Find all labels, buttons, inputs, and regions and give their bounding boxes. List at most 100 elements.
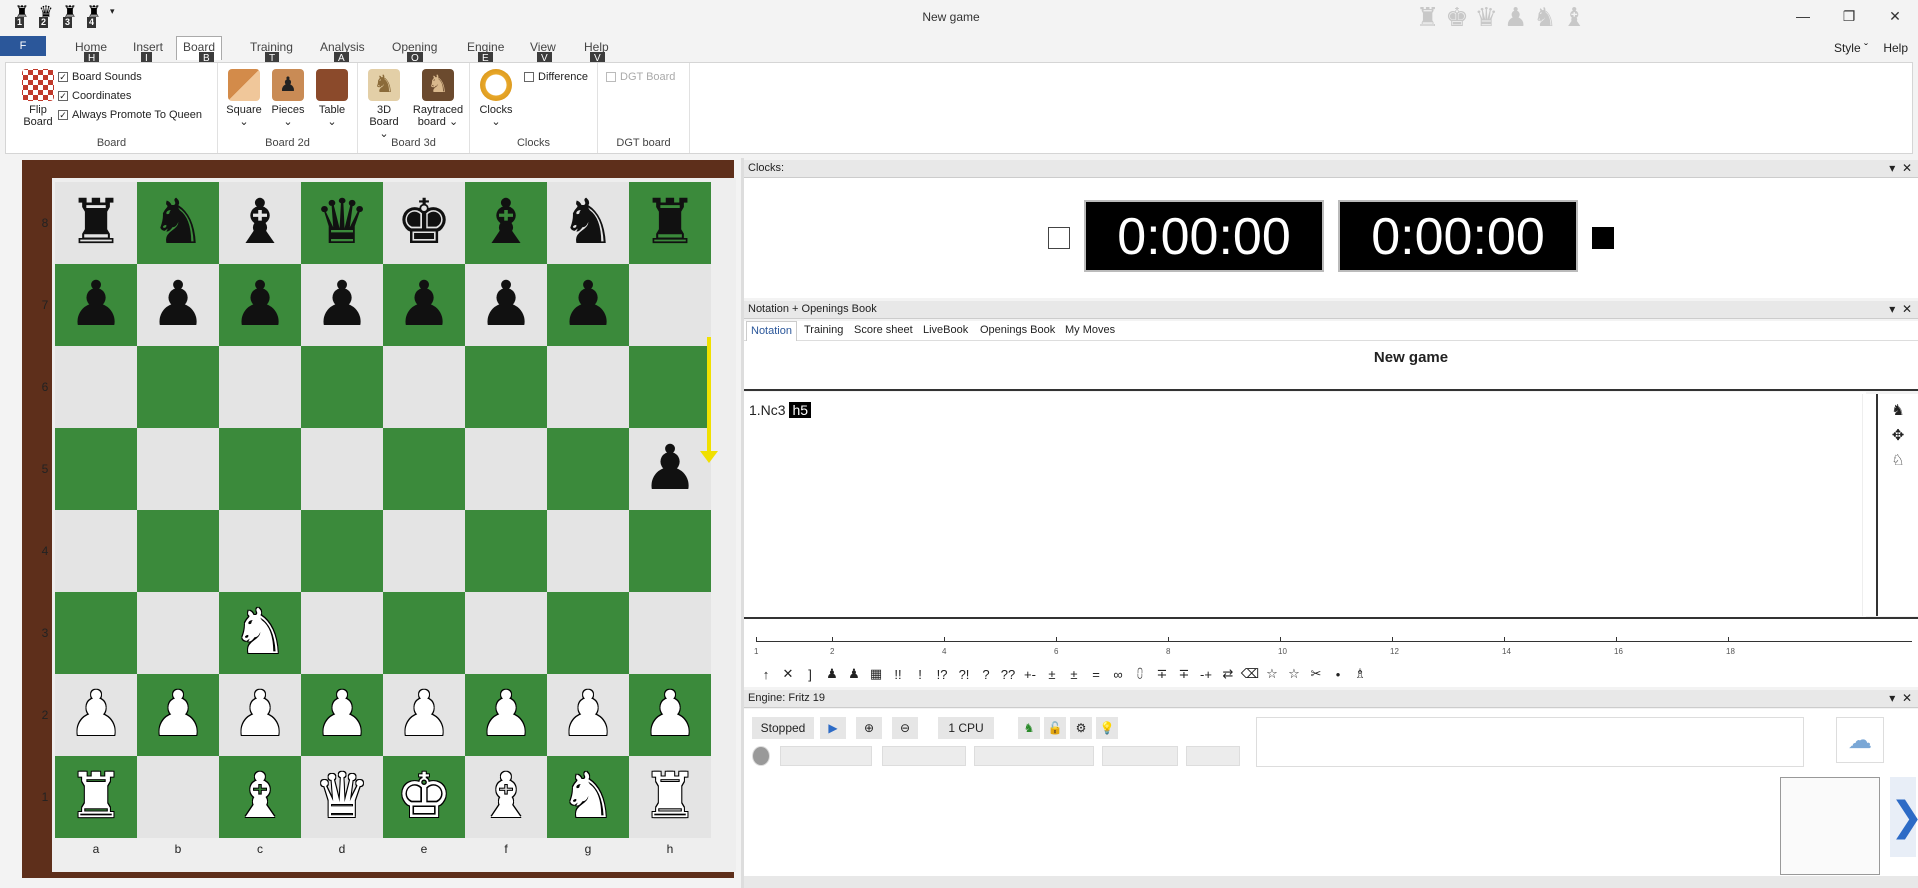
white-rook-icon[interactable]: ♜ (629, 756, 711, 838)
black-pawn-icon[interactable]: ♟ (547, 264, 629, 346)
tab-score-sheet[interactable]: Score sheet (854, 324, 913, 336)
black-knight-icon[interactable]: ♞ (547, 182, 629, 264)
start-engine-icon[interactable]: ▶ (820, 717, 846, 739)
close-button[interactable]: ✕ (1872, 0, 1918, 32)
square-a4[interactable] (55, 510, 137, 592)
board-thumbnail[interactable] (1780, 777, 1880, 875)
annotation-symbol-button[interactable]: ± (1064, 667, 1084, 682)
annotation-symbol-button[interactable]: ∓ (1174, 666, 1194, 682)
raytraced-board-button[interactable]: ♞ Raytraced board ⌄ (410, 69, 466, 128)
zoom-in-icon[interactable]: ⊕ (856, 717, 882, 739)
annotation-symbol-button[interactable]: !? (932, 667, 952, 682)
maximize-button[interactable]: ❐ (1826, 0, 1872, 32)
square-d4[interactable] (301, 510, 383, 592)
square-h4[interactable] (629, 510, 711, 592)
always-promote-queen-checkbox[interactable]: ✓ Always Promote To Queen (58, 109, 202, 121)
coordinates-checkbox[interactable]: ✓ Coordinates (58, 90, 131, 102)
square-e4[interactable] (383, 510, 465, 592)
square-b1[interactable] (137, 756, 219, 838)
style-menu[interactable]: Style ˇ (1834, 41, 1868, 55)
square-f6[interactable] (465, 346, 547, 428)
white-king-icon[interactable]: ♚ (383, 756, 465, 838)
annotation-symbol-button[interactable]: !! (888, 667, 908, 682)
white-knight-icon[interactable]: ♞ (219, 592, 301, 674)
square-b6[interactable] (137, 346, 219, 428)
tab-livebook[interactable]: LiveBook (923, 324, 968, 336)
annotation-symbol-button[interactable]: ?! (954, 667, 974, 682)
next-arrow-icon[interactable]: ❯ (1890, 777, 1918, 857)
square-f5[interactable] (465, 428, 547, 510)
difference-checkbox[interactable]: Difference (524, 71, 588, 83)
annotation-symbol-button[interactable]: ⌫ (1240, 666, 1260, 682)
settings-icon[interactable]: ⚙ (1070, 717, 1092, 739)
square-h3[interactable] (629, 592, 711, 674)
annotation-symbol-button[interactable]: ! (910, 667, 930, 682)
lightbulb-icon[interactable]: 💡 (1096, 717, 1118, 739)
annotation-symbol-button[interactable]: ∓ (1152, 666, 1172, 682)
black-pawn-icon[interactable]: ♟ (383, 264, 465, 346)
square-e3[interactable] (383, 592, 465, 674)
annotation-symbol-button[interactable]: ▦ (866, 666, 886, 682)
white-pawn-icon[interactable]: ♟ (547, 674, 629, 756)
hint-icon[interactable]: ♘ (1878, 451, 1918, 469)
square-g3[interactable] (547, 592, 629, 674)
panel-controls[interactable]: ▾ ✕ (1889, 690, 1912, 707)
black-bishop-icon[interactable]: ♝ (465, 182, 547, 264)
white-pawn-icon[interactable]: ♟ (55, 674, 137, 756)
flip-board-button[interactable]: Flip Board (14, 69, 62, 128)
panel-controls[interactable]: ▾ ✕ (1889, 301, 1912, 318)
annotation-symbol-button[interactable]: ? (976, 667, 996, 682)
square-b5[interactable] (137, 428, 219, 510)
lock-icon[interactable]: 🔓 (1044, 717, 1066, 739)
square-h6[interactable] (629, 346, 711, 428)
black-pawn-icon[interactable]: ♟ (55, 264, 137, 346)
annotation-symbol-button[interactable]: ☆ (1284, 666, 1304, 682)
white-knight-icon[interactable]: ♞ (547, 756, 629, 838)
table-button[interactable]: Table ⌄ (312, 69, 352, 128)
white-bishop-icon[interactable]: ♝ (219, 756, 301, 838)
annotation-symbol-button[interactable]: +- (1020, 667, 1040, 682)
annotation-symbol-button[interactable]: ± (1042, 667, 1062, 682)
square-c4[interactable] (219, 510, 301, 592)
annotation-symbol-button[interactable]: • (1328, 667, 1348, 682)
black-rook-icon[interactable]: ♜ (55, 182, 137, 264)
square-c6[interactable] (219, 346, 301, 428)
white-pawn-icon[interactable]: ♟ (137, 674, 219, 756)
square-b4[interactable] (137, 510, 219, 592)
square-h7[interactable] (629, 264, 711, 346)
panel-controls[interactable]: ▾ ✕ (1889, 160, 1912, 177)
black-knight-icon[interactable]: ♞ (137, 182, 219, 264)
cloud-icon[interactable]: ☁ (1836, 717, 1884, 763)
tab-openings-book[interactable]: Openings Book (980, 324, 1055, 336)
annotation-symbol-button[interactable]: ☆ (1262, 666, 1282, 682)
white-pawn-icon[interactable]: ♟ (219, 674, 301, 756)
board-sounds-checkbox[interactable]: ✓ Board Sounds (58, 71, 142, 83)
3d-board-button[interactable]: ♞ 3D Board ⌄ (364, 69, 404, 140)
square-a3[interactable] (55, 592, 137, 674)
square-b3[interactable] (137, 592, 219, 674)
tab-my-moves[interactable]: My Moves (1065, 324, 1115, 336)
annotation-symbol-button[interactable]: ] (800, 667, 820, 682)
square-g5[interactable] (547, 428, 629, 510)
annotation-symbol-button[interactable]: ✂ (1306, 666, 1326, 682)
move-first[interactable]: 1.Nc3 (749, 402, 786, 418)
engine-status-button[interactable]: Stopped (752, 717, 814, 739)
pieces-button[interactable]: ♟ Pieces ⌄ (268, 69, 308, 128)
tab-notation[interactable]: Notation (746, 321, 797, 341)
zoom-out-icon[interactable]: ⊖ (892, 717, 918, 739)
white-pawn-icon[interactable]: ♟ (383, 674, 465, 756)
help-link[interactable]: Help (1883, 41, 1908, 55)
insert-move-icon[interactable]: ♞ (1878, 401, 1918, 419)
annotation-symbol-button[interactable]: ♟ (844, 666, 864, 682)
square-e6[interactable] (383, 346, 465, 428)
annotation-symbol-button[interactable]: ?? (998, 667, 1018, 682)
navigate-icon[interactable]: ✥ (1878, 426, 1918, 444)
black-pawn-icon[interactable]: ♟ (301, 264, 383, 346)
black-pawn-icon[interactable]: ♟ (465, 264, 547, 346)
tab-file[interactable]: F (0, 36, 46, 56)
square-e5[interactable] (383, 428, 465, 510)
black-pawn-icon[interactable]: ♟ (137, 264, 219, 346)
white-pawn-icon[interactable]: ♟ (301, 674, 383, 756)
current-move[interactable]: h5 (789, 402, 812, 418)
black-king-icon[interactable]: ♚ (383, 182, 465, 264)
